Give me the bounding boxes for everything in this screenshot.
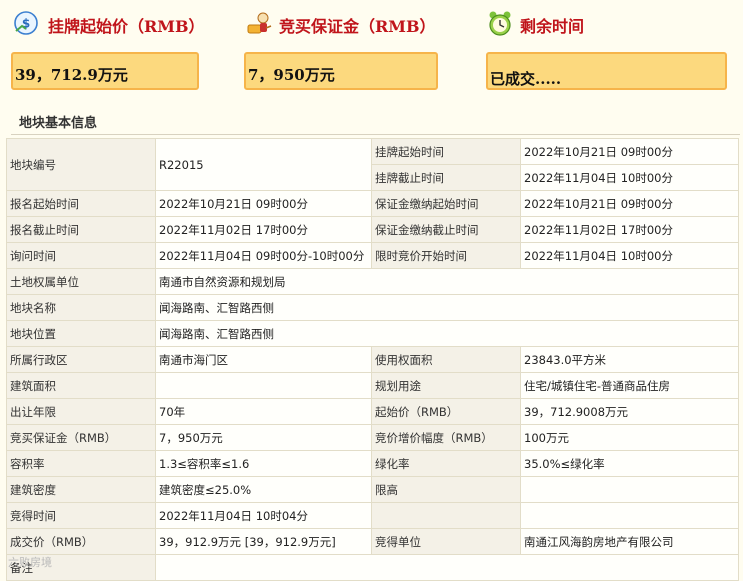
table-row: 建筑密度 建筑密度≤25.0% 限高: [6, 476, 739, 503]
table-row: 竞买保证金（RMB） 7，950万元 竞价增价幅度（RMB） 100万元: [6, 424, 739, 451]
field-value: 南通市海门区: [155, 346, 372, 373]
table-row: 地块位置 闻海路南、汇智路西侧: [6, 320, 739, 347]
field-value: 建筑密度≤25.0%: [155, 476, 372, 503]
section-title: 地块基本信息: [19, 116, 98, 131]
table-row: 报名截止时间 2022年11月02日 17时00分 保证金缴纳截止时间 2022…: [6, 216, 739, 243]
field-value: 2022年11月04日 10时04分: [155, 502, 372, 529]
field-value: 2022年11月02日 17时00分: [520, 216, 739, 243]
field-label: 报名截止时间: [6, 216, 156, 243]
field-value: [155, 554, 739, 581]
field-label: 规划用途: [371, 372, 521, 399]
field-value: 住宅/城镇住宅-普通商品住房: [520, 372, 739, 399]
field-value: [155, 372, 372, 399]
field-value: 39，712.9008万元: [520, 398, 739, 425]
field-label: 竞价增价幅度（RMB）: [371, 424, 521, 451]
field-label: 竞得时间: [6, 502, 156, 529]
field-label: 保证金缴纳起始时间: [371, 190, 521, 217]
field-label: 建筑面积: [6, 372, 156, 399]
section-header: 地块基本信息: [11, 98, 740, 135]
field-label: 土地权属单位: [6, 268, 156, 295]
start-price-value: 39，712.9万元: [11, 52, 199, 90]
field-label: 限时竞价开始时间: [371, 242, 521, 269]
field-label: 询问时间: [6, 242, 156, 269]
table-row: 成交价（RMB） 39，912.9万元 [39，912.9万元] 竞得单位 南通…: [6, 528, 739, 555]
alarm-clock-icon: [489, 11, 511, 36]
field-value: [520, 502, 739, 529]
field-value: 7，950万元: [155, 424, 372, 451]
price-tag-icon: $: [14, 11, 38, 35]
remaining-time-panel: 剩余时间: [487, 0, 687, 40]
field-label: 绿化率: [371, 450, 521, 477]
field-label: 所属行政区: [6, 346, 156, 373]
field-label: 竞买保证金（RMB）: [6, 424, 156, 451]
field-label: 地块名称: [6, 294, 156, 321]
field-value: 2022年10月21日 09时00分: [520, 138, 739, 165]
deposit-panel: 竞买保证金（RMB）: [246, 0, 446, 40]
table-row: 询问时间 2022年11月04日 09时00分-10时00分 限时竞价开始时间 …: [6, 242, 739, 269]
field-label: 地块位置: [6, 320, 156, 347]
field-value: 1.3≤容积率≤1.6: [155, 450, 372, 477]
field-label: 地块编号: [6, 138, 156, 191]
field-value: 23843.0平方米: [520, 346, 739, 373]
field-value: 2022年11月04日 10时00分: [520, 242, 739, 269]
field-label: 挂牌截止时间: [371, 164, 521, 191]
table-row: 容积率 1.3≤容积率≤1.6 绿化率 35.0%≤绿化率: [6, 450, 739, 477]
field-label: 竞得单位: [371, 528, 521, 555]
table-row: 备注: [6, 554, 739, 581]
field-value: 闻海路南、汇智路西侧: [155, 294, 739, 321]
field-value: 南通市自然资源和规划局: [155, 268, 739, 295]
table-row: 地块编号 R22015 挂牌起始时间 2022年10月21日 09时00分: [6, 138, 739, 191]
land-info-table: 地块编号 R22015 挂牌起始时间 2022年10月21日 09时00分 挂牌…: [6, 138, 739, 581]
field-value: 2022年11月04日 10时00分: [520, 164, 739, 191]
field-value: 2022年11月04日 09时00分-10时00分: [155, 242, 372, 269]
field-value: 35.0%≤绿化率: [520, 450, 739, 477]
field-value: 70年: [155, 398, 372, 425]
field-label: 起始价（RMB）: [371, 398, 521, 425]
table-row: 土地权属单位 南通市自然资源和规划局: [6, 268, 739, 295]
deposit-label: 竞买保证金（RMB）: [279, 17, 436, 36]
watermark: 六败房境: [8, 556, 52, 569]
remaining-time-value: 已成交.....: [486, 52, 727, 90]
table-row: 出让年限 70年 起始价（RMB） 39，712.9008万元: [6, 398, 739, 425]
table-row: 所属行政区 南通市海门区 使用权面积 23843.0平方米: [6, 346, 739, 373]
field-value: [520, 476, 739, 503]
field-value: 100万元: [520, 424, 739, 451]
field-value: 2022年10月21日 09时00分: [155, 190, 372, 217]
field-label: 挂牌起始时间: [371, 138, 521, 165]
field-value: 2022年10月21日 09时00分: [520, 190, 739, 217]
field-label: 建筑密度: [6, 476, 156, 503]
field-label: 容积率: [6, 450, 156, 477]
field-label: [371, 502, 521, 529]
table-row: 建筑面积 规划用途 住宅/城镇住宅-普通商品住房: [6, 372, 739, 399]
field-value: 南通江风海韵房地产有限公司: [520, 528, 739, 555]
field-label: 保证金缴纳截止时间: [371, 216, 521, 243]
field-label: 出让年限: [6, 398, 156, 425]
start-price-panel: $ 挂牌起始价（RMB）: [13, 0, 213, 40]
table-row: 地块名称 闻海路南、汇智路西侧: [6, 294, 739, 321]
field-label: 成交价（RMB）: [6, 528, 156, 555]
field-value: 2022年11月02日 17时00分: [155, 216, 372, 243]
table-row: 报名起始时间 2022年10月21日 09时00分 保证金缴纳起始时间 2022…: [6, 190, 739, 217]
deposit-value: 7，950万元: [244, 52, 438, 90]
auction-deposit-icon: [247, 12, 272, 34]
remaining-time-label: 剩余时间: [520, 17, 585, 36]
field-label: 使用权面积: [371, 346, 521, 373]
field-label: 限高: [371, 476, 521, 503]
table-row: 竞得时间 2022年11月04日 10时04分: [6, 502, 739, 529]
field-value: 闻海路南、汇智路西侧: [155, 320, 739, 347]
field-label: 报名起始时间: [6, 190, 156, 217]
field-value: 39，912.9万元 [39，912.9万元]: [155, 528, 372, 555]
field-value: R22015: [155, 138, 372, 191]
start-price-label: 挂牌起始价（RMB）: [48, 17, 205, 36]
